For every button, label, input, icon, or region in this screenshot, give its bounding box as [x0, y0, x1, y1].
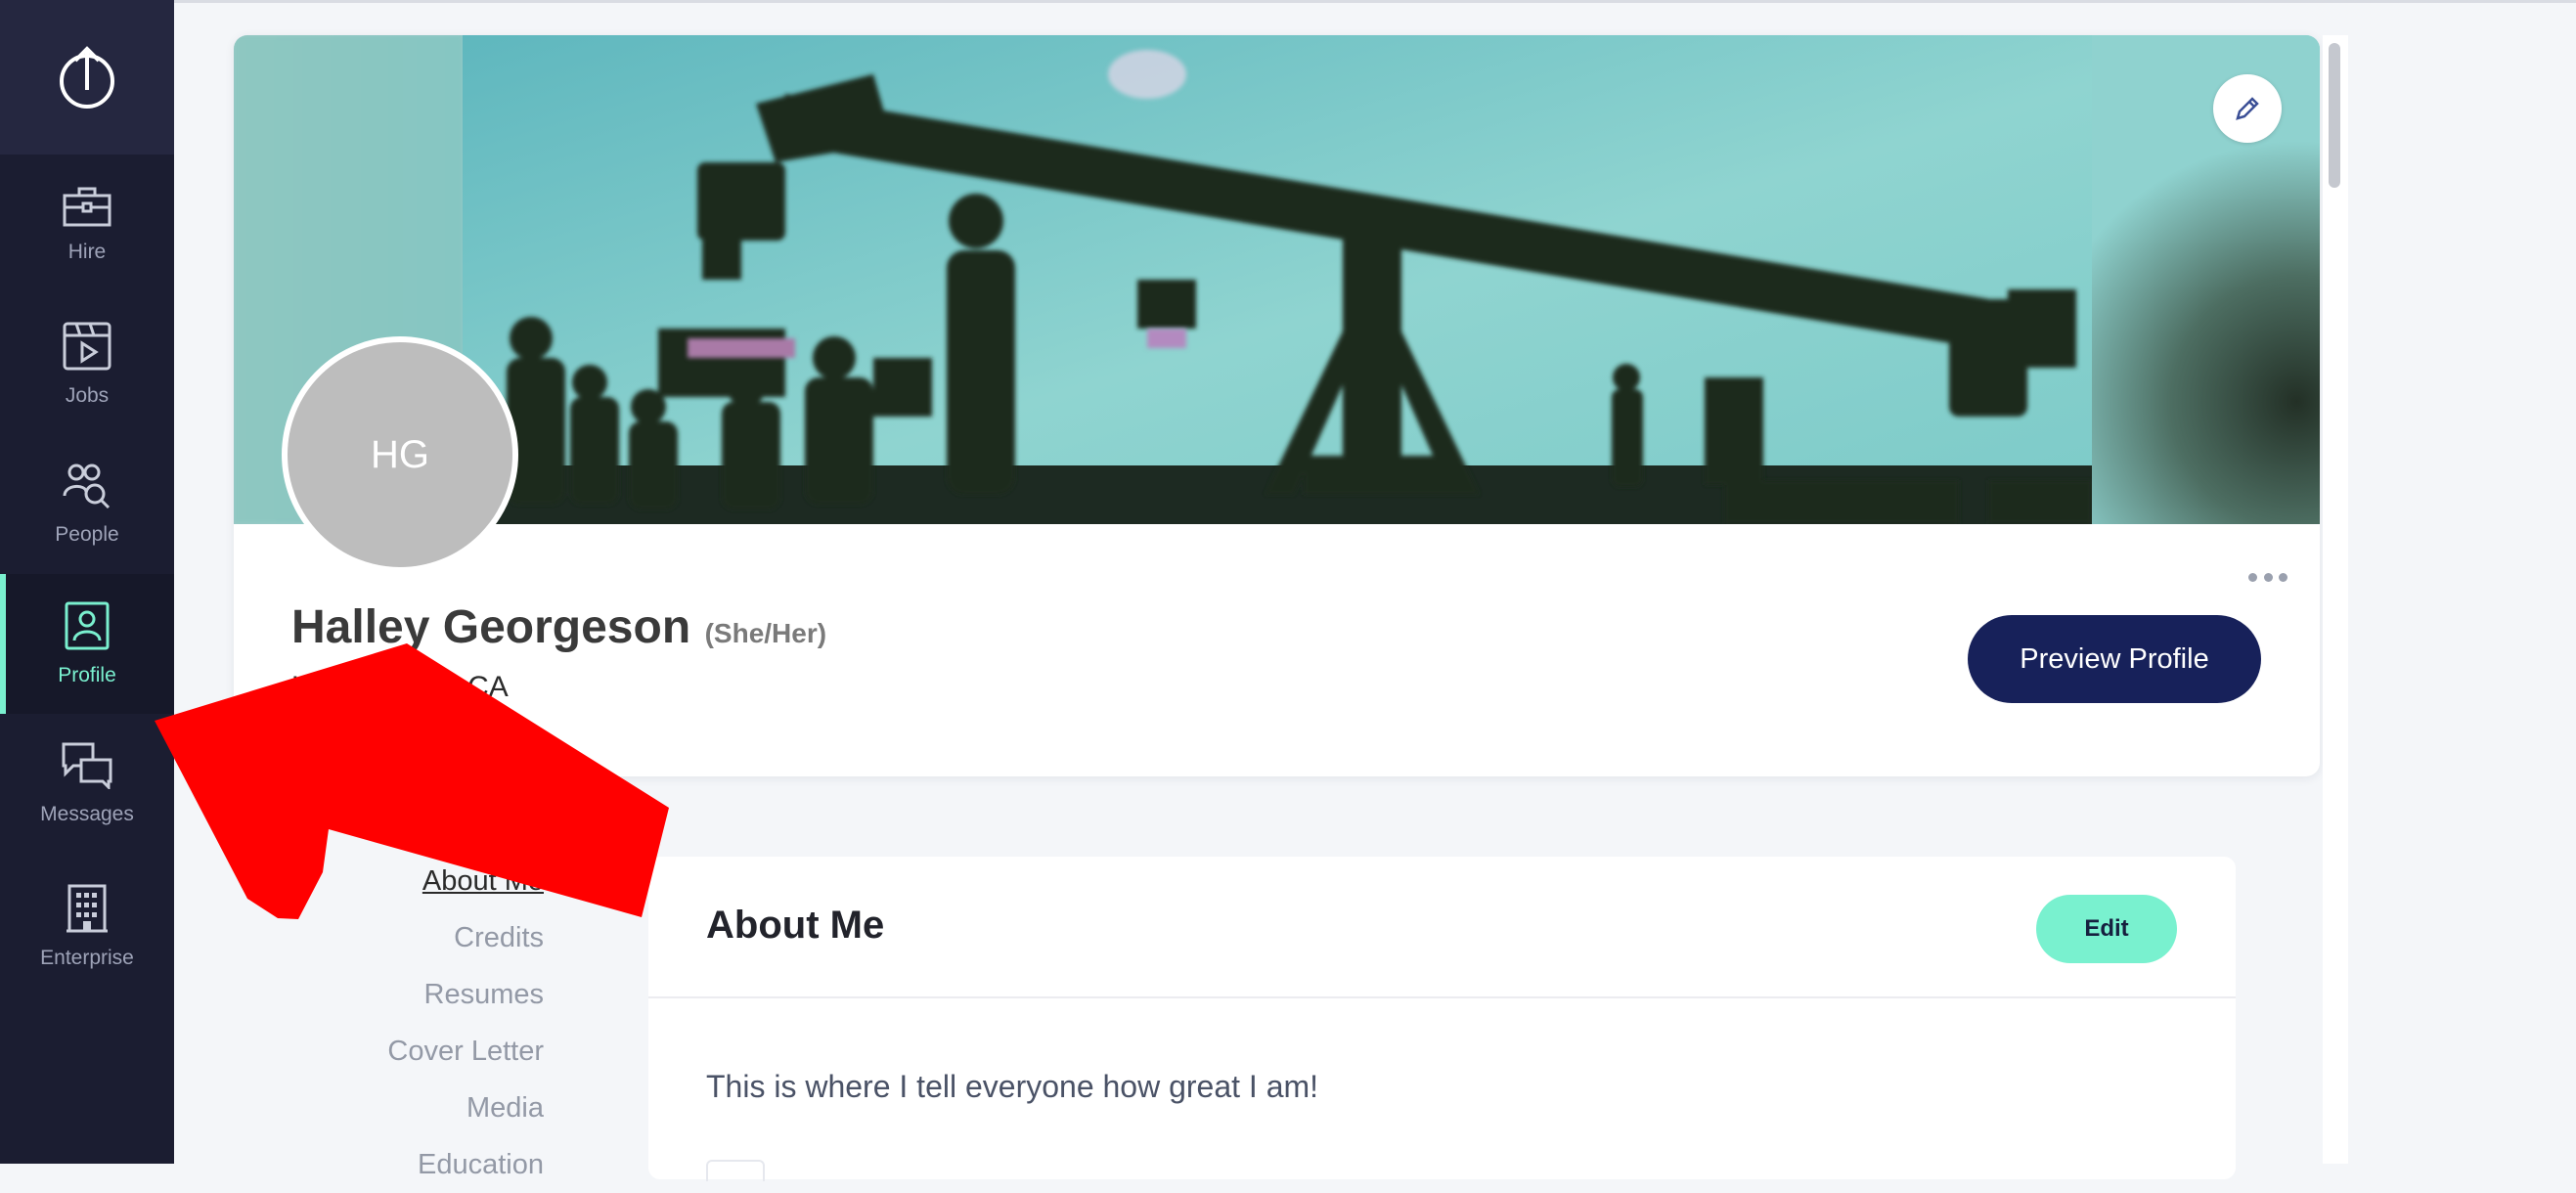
profile-pronouns: (She/Her) — [704, 618, 827, 648]
sidebar-item-label: Enterprise — [40, 946, 134, 969]
about-me-card: About Me Edit This is where I tell every… — [648, 857, 2236, 1181]
section-nav-education[interactable]: Education — [323, 1136, 544, 1193]
annotation-arrow — [155, 643, 669, 919]
section-nav-media[interactable]: Media — [323, 1080, 544, 1136]
red-arrow-shape — [155, 643, 669, 919]
preview-profile-button[interactable]: Preview Profile — [1968, 615, 2261, 703]
pencil-icon — [2236, 97, 2259, 120]
edit-cover-button[interactable] — [2213, 74, 2282, 143]
section-nav-resumes[interactable]: Resumes — [323, 966, 545, 1023]
dot — [2248, 572, 2257, 582]
about-me-title: About Me — [706, 904, 885, 947]
section-nav-cover-letter[interactable]: Cover Letter — [323, 1023, 544, 1080]
divider — [648, 996, 2236, 998]
about-edit-button[interactable]: Edit — [2036, 895, 2177, 963]
dot — [2263, 572, 2273, 582]
partial-element — [706, 1160, 765, 1181]
cover-photo — [463, 35, 2092, 524]
about-me-text: This is where I tell everyone how great … — [706, 1069, 1319, 1104]
more-options-button[interactable] — [2248, 567, 2287, 587]
dot — [2279, 572, 2287, 582]
scrollbar-track — [2323, 35, 2348, 1164]
scrollbar-thumb[interactable] — [2329, 43, 2340, 188]
